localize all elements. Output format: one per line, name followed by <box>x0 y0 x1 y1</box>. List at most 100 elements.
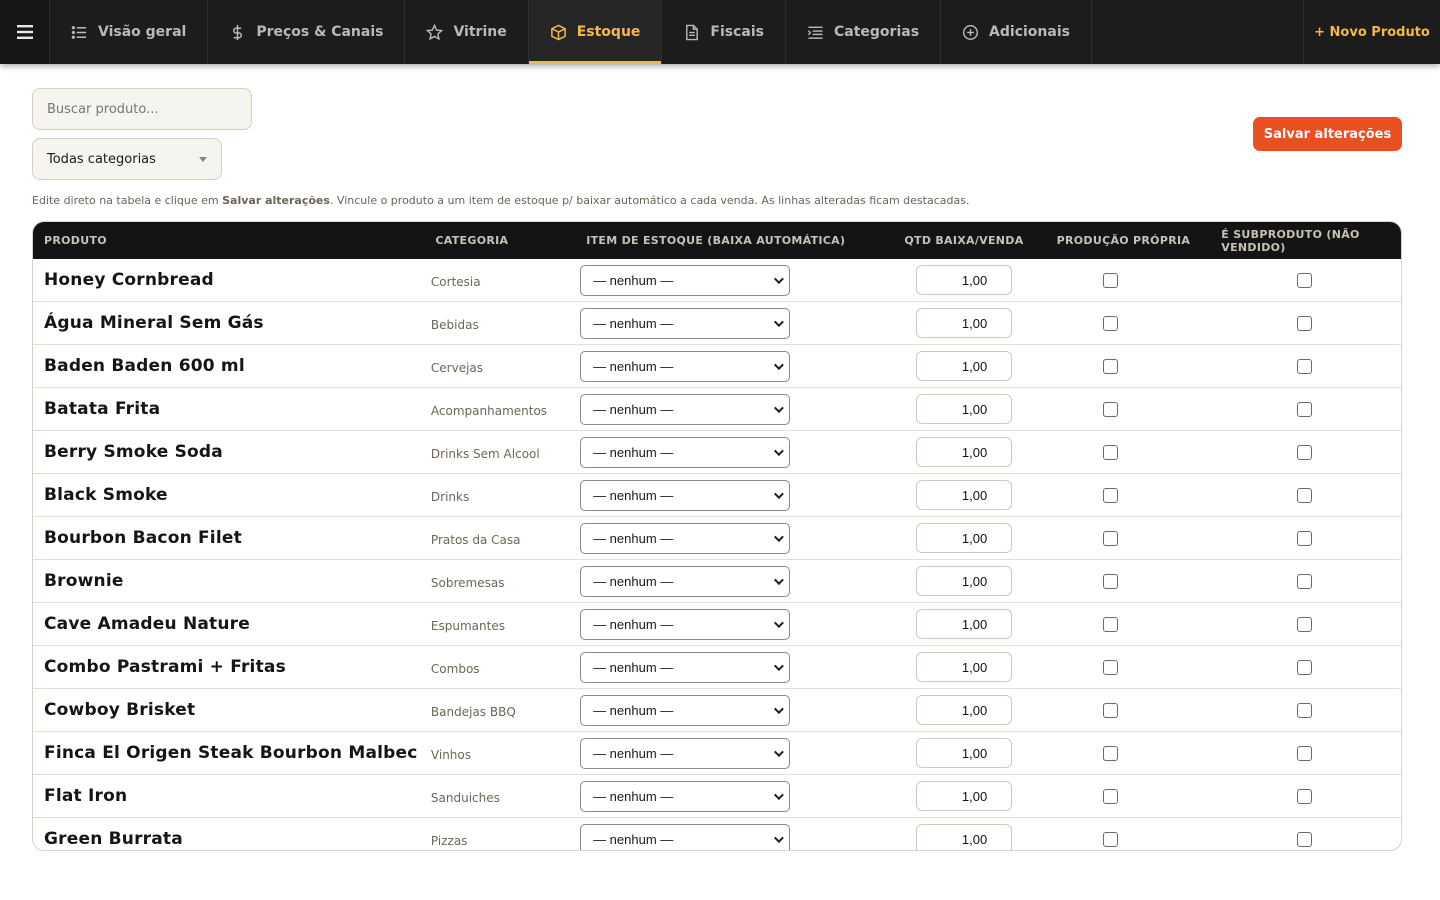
stock-item-select[interactable]: — nenhum — <box>580 737 791 769</box>
stock-item-value: — nenhum — <box>593 530 674 546</box>
own-production-checkbox[interactable] <box>1103 788 1119 804</box>
chevron-down-icon <box>774 402 784 413</box>
table-body: Honey CornbreadCortesia— nenhum —Água Mi… <box>33 259 1401 850</box>
tab-label: Visão geral <box>98 24 187 40</box>
byproduct-checkbox[interactable] <box>1296 444 1312 460</box>
stock-item-select[interactable]: — nenhum — <box>580 565 791 597</box>
chevron-down-icon <box>774 617 784 628</box>
cell-qty <box>871 609 1014 639</box>
own-production-checkbox[interactable] <box>1103 530 1119 546</box>
cell-stock-item: — nenhum — <box>569 737 871 769</box>
byproduct-checkbox[interactable] <box>1296 659 1312 675</box>
own-production-checkbox[interactable] <box>1103 444 1119 460</box>
cell-category: Bandejas BBQ <box>420 701 569 720</box>
cell-own-production <box>1014 444 1207 460</box>
own-production-checkbox[interactable] <box>1103 573 1119 589</box>
stock-item-select[interactable]: — nenhum — <box>580 307 791 339</box>
own-production-checkbox[interactable] <box>1103 659 1119 675</box>
tab-label: Estoque <box>576 24 641 40</box>
cell-product: Brownie <box>33 571 420 591</box>
byproduct-checkbox[interactable] <box>1296 315 1312 331</box>
stock-item-select[interactable]: — nenhum — <box>580 393 791 425</box>
tab-vitrine[interactable]: Vitrine <box>405 0 529 64</box>
tab-label: Preços & Canais <box>256 24 384 40</box>
stock-item-select[interactable]: — nenhum — <box>580 651 791 683</box>
qty-input[interactable] <box>916 523 1013 553</box>
stock-item-select[interactable]: — nenhum — <box>580 780 791 812</box>
table-row: Cave Amadeu Nature Espumantes — nenhum — <box>33 603 1401 646</box>
qty-input[interactable] <box>916 695 1013 725</box>
own-production-checkbox[interactable] <box>1103 831 1119 847</box>
header-qtd[interactable]: QTD BAIXA/VENDA <box>881 234 1026 247</box>
stock-item-select[interactable]: — nenhum — <box>580 479 791 511</box>
stock-item-select[interactable]: — nenhum — <box>580 694 791 726</box>
own-production-checkbox[interactable] <box>1103 401 1119 417</box>
stock-item-select[interactable]: — nenhum — <box>580 436 791 468</box>
byproduct-checkbox[interactable] <box>1296 702 1312 718</box>
tab-visao-geral[interactable]: Visão geral <box>50 0 209 64</box>
stock-item-select[interactable]: — nenhum — <box>580 264 791 296</box>
own-production-checkbox[interactable] <box>1103 272 1119 288</box>
product-category: Sanduiches <box>430 790 500 805</box>
cell-product: Green Burrata <box>33 829 420 849</box>
byproduct-checkbox[interactable] <box>1296 401 1312 417</box>
stock-item-select[interactable]: — nenhum — <box>580 522 791 554</box>
tab-categorias[interactable]: Categorias <box>786 0 942 64</box>
header-producao-propria[interactable]: PRODUÇÃO PRÓPRIA <box>1026 234 1222 247</box>
qty-input[interactable] <box>916 824 1013 850</box>
hamburger-menu-button[interactable] <box>0 0 50 64</box>
qty-input[interactable] <box>916 781 1013 811</box>
stock-item-select[interactable]: — nenhum — <box>580 608 791 640</box>
tab-fiscais[interactable]: Fiscais <box>662 0 786 64</box>
header-subproduto[interactable]: É SUBPRODUTO (NÃO VENDIDO) <box>1221 228 1401 254</box>
byproduct-checkbox[interactable] <box>1296 358 1312 374</box>
qty-input[interactable] <box>916 394 1013 424</box>
qty-input[interactable] <box>916 738 1013 768</box>
qty-input[interactable] <box>916 265 1013 295</box>
qty-input[interactable] <box>916 308 1013 338</box>
tab-precos-canais[interactable]: Preços & Canais <box>208 0 406 64</box>
header-item-estoque[interactable]: ITEM DE ESTOQUE (BAIXA AUTOMÁTICA) <box>575 234 881 247</box>
chevron-down-icon <box>774 660 784 671</box>
qty-input[interactable] <box>916 437 1013 467</box>
cell-stock-item: — nenhum — <box>569 307 871 339</box>
own-production-checkbox[interactable] <box>1103 702 1119 718</box>
qty-input[interactable] <box>916 351 1013 381</box>
qty-input[interactable] <box>916 480 1013 510</box>
qty-input[interactable] <box>916 652 1013 682</box>
category-filter-select[interactable]: Todas categorias <box>32 138 222 180</box>
cell-byproduct <box>1208 659 1401 675</box>
own-production-checkbox[interactable] <box>1103 315 1119 331</box>
header-produto[interactable]: PRODUTO <box>33 234 424 247</box>
tab-adicionais[interactable]: Adicionais <box>941 0 1092 64</box>
cell-stock-item: — nenhum — <box>569 823 871 850</box>
byproduct-checkbox[interactable] <box>1296 272 1312 288</box>
own-production-checkbox[interactable] <box>1103 745 1119 761</box>
qty-input[interactable] <box>916 566 1013 596</box>
cell-stock-item: — nenhum — <box>569 350 871 382</box>
cell-stock-item: — nenhum — <box>569 522 871 554</box>
stock-item-select[interactable]: — nenhum — <box>580 823 791 850</box>
qty-input[interactable] <box>916 609 1013 639</box>
byproduct-checkbox[interactable] <box>1296 745 1312 761</box>
box-icon <box>550 24 566 40</box>
own-production-checkbox[interactable] <box>1103 358 1119 374</box>
save-changes-button[interactable]: Salvar alterações <box>1253 117 1402 151</box>
byproduct-checkbox[interactable] <box>1296 530 1312 546</box>
stock-item-select[interactable]: — nenhum — <box>580 350 791 382</box>
byproduct-checkbox[interactable] <box>1296 788 1312 804</box>
byproduct-checkbox[interactable] <box>1296 831 1312 847</box>
byproduct-checkbox[interactable] <box>1296 616 1312 632</box>
header-categoria[interactable]: CATEGORIA <box>424 234 575 247</box>
cell-own-production <box>1014 530 1207 546</box>
byproduct-checkbox[interactable] <box>1296 487 1312 503</box>
own-production-checkbox[interactable] <box>1103 616 1119 632</box>
product-category: Bebidas <box>430 317 479 332</box>
tab-label: Categorias <box>834 24 920 40</box>
search-input[interactable] <box>32 88 252 130</box>
new-product-button[interactable]: + Novo Produto <box>1303 0 1440 64</box>
cell-stock-item: — nenhum — <box>569 694 871 726</box>
own-production-checkbox[interactable] <box>1103 487 1119 503</box>
byproduct-checkbox[interactable] <box>1296 573 1312 589</box>
tab-estoque[interactable]: Estoque <box>528 0 663 64</box>
